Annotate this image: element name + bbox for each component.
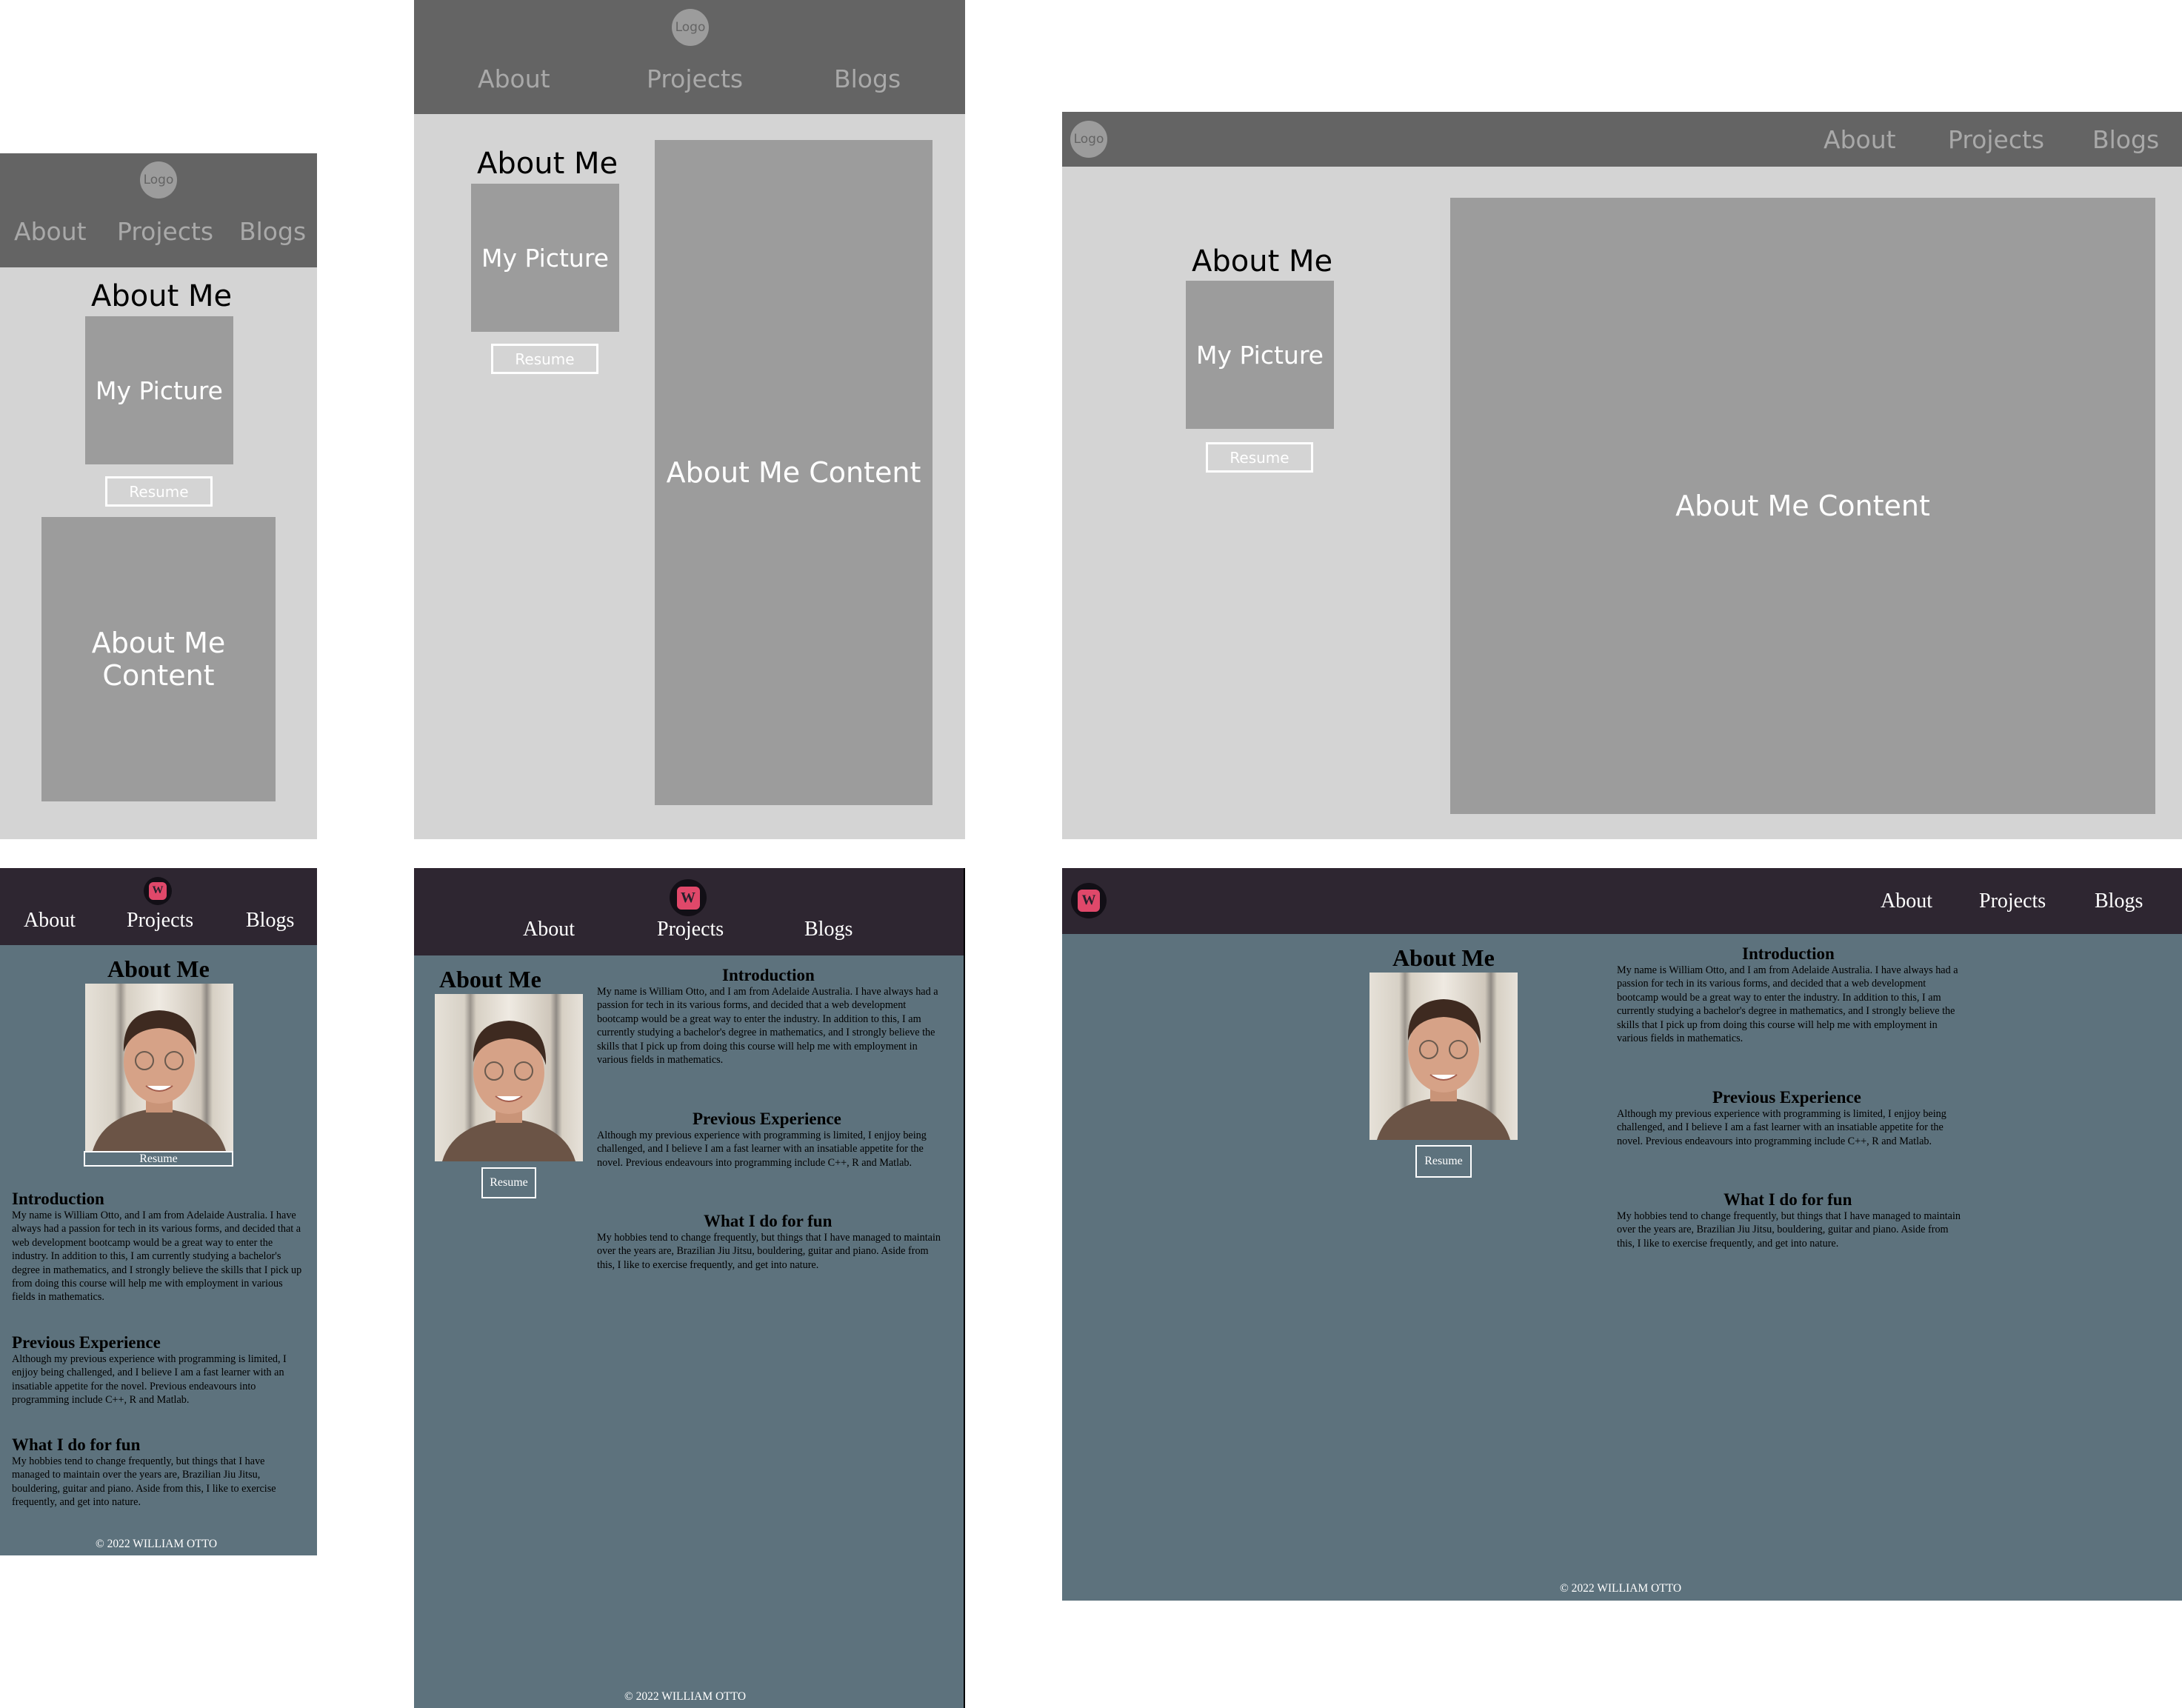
experience-heading: Previous Experience [1712,1088,1861,1107]
nav-link-projects[interactable]: Projects [657,918,724,941]
about-me-heading: About Me [439,966,541,993]
wireframe-logo[interactable]: Logo [1070,121,1107,158]
nav-link-blogs[interactable]: Blogs [834,64,901,93]
nav-link-blogs[interactable]: Blogs [246,909,294,933]
site-tablet: W About Projects Blogs About Me Resume I… [414,868,965,1708]
resume-button[interactable]: Resume [105,476,213,507]
intro-heading: Introduction [722,966,815,984]
intro-heading: Introduction [1742,944,1835,963]
about-me-heading: About Me [1192,244,1333,278]
wireframe-tablet: Logo About Projects Blogs About Me My Pi… [414,0,965,839]
nav-link-about[interactable]: About [24,909,76,933]
nav-link-projects[interactable]: Projects [1979,890,2046,913]
fun-text: My hobbies tend to change frequently, bu… [12,1455,276,1509]
nav-link-about[interactable]: About [1824,125,1896,154]
wireframe-logo[interactable]: Logo [140,161,177,199]
site-navbar: W About Projects Blogs [414,868,964,955]
resume-button[interactable]: Resume [491,344,598,374]
fun-heading: What I do for fun [704,1212,833,1230]
intro-text: My name is William Otto, and I am from A… [597,986,938,1067]
logo-icon[interactable]: W [670,879,707,916]
experience-heading: Previous Experience [12,1333,161,1352]
profile-photo [435,994,583,1161]
wireframe-navbar: Logo About Projects Blogs [1062,112,2182,167]
intro-text: My name is William Otto, and I am from A… [12,1210,302,1304]
footer-copyright: © 2022 WILLIAM OTTO [624,1690,747,1703]
site-body: About Me Resume Introduction My name is … [1062,934,2182,1601]
resume-button[interactable]: Resume [84,1151,233,1167]
about-me-heading: About Me [107,955,210,982]
wireframe-body: About Me My Picture Resume About Me Cont… [414,114,965,839]
nav-link-about[interactable]: About [478,64,550,93]
experience-text: Although my previous experience with pro… [12,1353,287,1407]
logo-icon[interactable]: W [1071,883,1107,918]
about-me-heading: About Me [1392,944,1495,971]
nav-link-blogs[interactable]: Blogs [804,918,853,941]
wireframe-navbar: Logo About Projects Blogs [0,153,317,267]
resume-button[interactable]: Resume [481,1167,536,1198]
wireframe-body: About Me My Picture Resume About Me Cont… [1062,167,2182,839]
picture-placeholder: My Picture [471,184,619,332]
nav-link-blogs[interactable]: Blogs [2092,125,2159,154]
experience-text: Although my previous experience with pro… [597,1130,927,1169]
nav-link-blogs[interactable]: Blogs [2095,890,2143,913]
nav-link-projects[interactable]: Projects [1948,125,2044,154]
nav-link-about[interactable]: About [1881,890,1932,913]
nav-link-projects[interactable]: Projects [117,217,213,246]
experience-heading: Previous Experience [693,1110,841,1128]
wireframe-navbar: Logo About Projects Blogs [414,0,965,114]
site-navbar: W About Projects Blogs [0,868,317,945]
about-content-placeholder: About Me Content [41,517,276,801]
site-navbar: W About Projects Blogs [1062,868,2182,934]
profile-photo [85,984,233,1151]
about-content-placeholder: About Me Content [655,140,932,805]
footer-copyright: © 2022 WILLIAM OTTO [96,1538,218,1550]
experience-text: Although my previous experience with pro… [1617,1108,1946,1147]
intro-text: My name is William Otto, and I am from A… [1617,964,1958,1045]
profile-photo [1369,973,1518,1140]
nav-link-about[interactable]: About [14,217,87,246]
nav-link-blogs[interactable]: Blogs [239,217,306,246]
nav-link-projects[interactable]: Projects [647,64,743,93]
nav-link-about[interactable]: About [523,918,575,941]
fun-heading: What I do for fun [1724,1190,1852,1209]
wireframe-desktop: Logo About Projects Blogs About Me My Pi… [1062,112,2182,839]
fun-text: My hobbies tend to change frequently, bu… [597,1232,941,1271]
wireframe-logo[interactable]: Logo [672,9,709,46]
about-me-heading: About Me [477,147,618,181]
wireframe-body: About Me My Picture Resume About Me Cont… [0,267,317,839]
wireframe-mobile: Logo About Projects Blogs About Me My Pi… [0,153,317,839]
site-mobile: W About Projects Blogs About Me Resume I… [0,868,317,1555]
intro-heading: Introduction [12,1190,104,1208]
site-desktop: W About Projects Blogs About Me Resume I… [1062,868,2182,1601]
picture-placeholder: My Picture [85,316,233,464]
site-body: About Me Resume Introduction My name is … [414,955,964,1708]
resume-button[interactable]: Resume [1206,442,1313,473]
resume-button[interactable]: Resume [1415,1145,1472,1178]
site-body: About Me Resume Introduction My name is … [0,945,317,1555]
fun-text: My hobbies tend to change frequently, bu… [1617,1210,1961,1250]
fun-heading: What I do for fun [12,1435,141,1454]
picture-placeholder: My Picture [1186,281,1334,429]
about-content-placeholder: About Me Content [1450,198,2155,814]
about-me-heading: About Me [91,279,233,313]
footer-copyright: © 2022 WILLIAM OTTO [1560,1582,1682,1595]
logo-icon[interactable]: W [144,877,172,905]
nav-link-projects[interactable]: Projects [127,909,193,933]
